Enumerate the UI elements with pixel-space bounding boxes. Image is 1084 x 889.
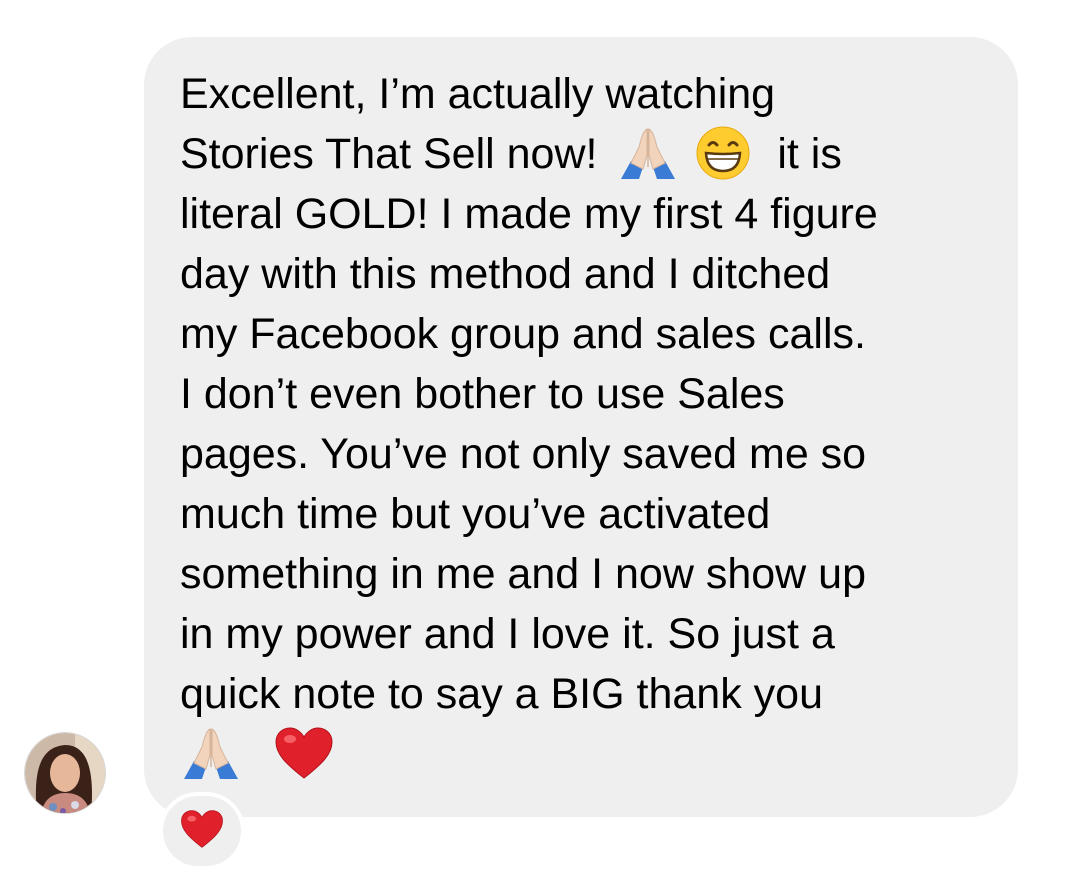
grinning-face-emoji-icon: [695, 125, 751, 181]
message-line: in my power and I love it. So just a: [180, 610, 835, 658]
message-line: quick note to say a BIG thank you: [180, 670, 823, 718]
folded-hands-emoji-icon: [180, 725, 242, 781]
message-line: I don’t even bother to use Sales: [180, 370, 785, 418]
message-line: [180, 724, 1000, 784]
message-line-text: it is: [777, 130, 842, 178]
sender-avatar[interactable]: [24, 732, 106, 814]
message-line: Stories That Sell now! it is: [180, 124, 1000, 184]
message-line: something in me and I now show up: [180, 550, 867, 598]
message-line-text: Stories That Sell now!: [180, 130, 598, 178]
heart-reaction-badge[interactable]: [159, 792, 245, 870]
message-line: day with this method and I ditched: [180, 250, 831, 298]
message-line: Excellent, I’m actually watching: [180, 70, 776, 118]
red-heart-emoji-icon: [274, 726, 334, 780]
message-line: much time but you’ve activated: [180, 490, 771, 538]
message-text: Excellent, I’m actually watching Stories…: [180, 64, 1000, 784]
message-line: literal GOLD! I made my first 4 figure: [180, 190, 878, 238]
red-heart-icon: [180, 809, 224, 854]
message-line: my Facebook group and sales calls.: [180, 310, 866, 358]
message-line: pages. You’ve not only saved me so: [180, 430, 867, 478]
folded-hands-emoji-icon: [617, 125, 679, 181]
